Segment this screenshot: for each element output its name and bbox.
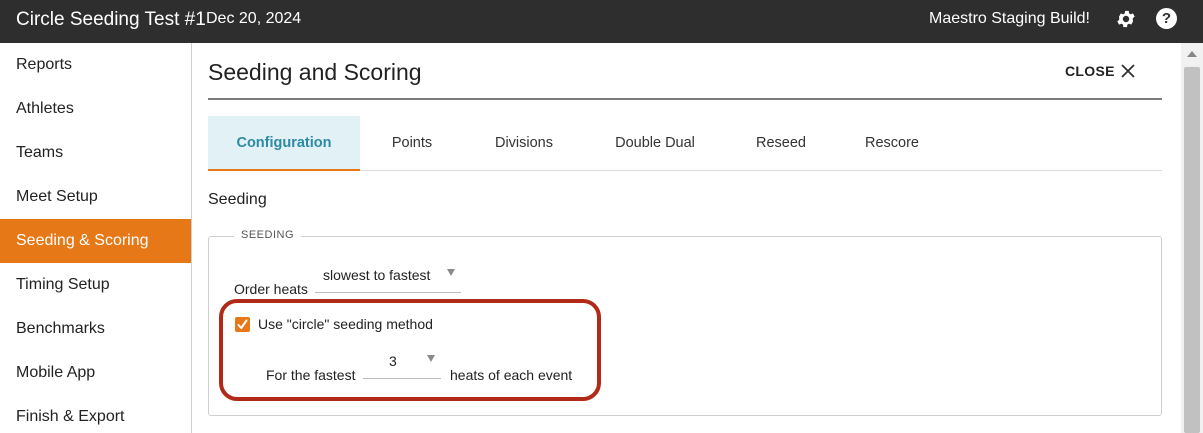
sidebar-item-benchmarks[interactable]: Benchmarks: [0, 307, 191, 351]
chevron-down-icon: [427, 355, 435, 362]
circle-seeding-label: Use "circle" seeding method: [258, 316, 433, 332]
title-divider: [208, 98, 1162, 100]
sidebar-item-reports[interactable]: Reports: [0, 43, 191, 87]
section-heading: Seeding: [208, 191, 267, 208]
scroll-thumb[interactable]: [1184, 67, 1200, 433]
fieldset-legend: SEEDING: [234, 229, 302, 241]
sidebar-item-finish-export[interactable]: Finish & Export: [0, 395, 191, 433]
top-bar: Circle Seeding Test #1 Dec 20, 2024 Maes…: [0, 0, 1203, 43]
close-button[interactable]: CLOSE: [1065, 61, 1135, 81]
meet-date: Dec 20, 2024: [206, 10, 302, 27]
vertical-scrollbar[interactable]: [1181, 43, 1203, 433]
sidebar-item-athletes[interactable]: Athletes: [0, 87, 191, 131]
circle-seeding-checkbox[interactable]: [235, 317, 250, 332]
sidebar-item-meet-setup[interactable]: Meet Setup: [0, 175, 191, 219]
tab-double-dual[interactable]: Double Dual: [600, 116, 710, 171]
order-heats-select[interactable]: slowest to fastest: [315, 267, 461, 293]
sidebar-item-mobile-app[interactable]: Mobile App: [0, 351, 191, 395]
tab-reseed[interactable]: Reseed: [738, 116, 824, 171]
highlight-outline: [219, 299, 601, 401]
build-label: Maestro Staging Build!: [929, 10, 1090, 27]
gear-icon[interactable]: [1115, 8, 1137, 30]
tab-divisions[interactable]: Divisions: [478, 116, 570, 171]
checkmark-icon: [237, 319, 248, 329]
scroll-up-arrow-icon[interactable]: [1187, 51, 1197, 57]
close-label: CLOSE: [1065, 63, 1115, 79]
seeding-fieldset: SEEDING Order heats slowest to fastest U…: [208, 229, 1162, 416]
help-icon[interactable]: ?: [1156, 8, 1177, 29]
close-icon: [1121, 64, 1135, 78]
sidebar-item-teams[interactable]: Teams: [0, 131, 191, 175]
order-heats-label: Order heats: [234, 281, 308, 297]
tab-configuration[interactable]: Configuration: [208, 116, 360, 171]
sidebar: Reports Athletes Teams Meet Setup Seedin…: [0, 43, 192, 433]
page-title: Seeding and Scoring: [208, 59, 422, 85]
tab-bar: Configuration Points Divisions Double Du…: [208, 116, 1162, 171]
tab-points[interactable]: Points: [368, 116, 456, 171]
sidebar-item-timing-setup[interactable]: Timing Setup: [0, 263, 191, 307]
fastest-heats-suffix: heats of each event: [450, 367, 573, 383]
main-panel: Seeding and Scoring CLOSE Configuration …: [193, 43, 1179, 433]
tab-rescore[interactable]: Rescore: [848, 116, 936, 171]
fastest-heats-select[interactable]: 3: [363, 353, 441, 379]
meet-title: Circle Seeding Test #1: [16, 9, 206, 30]
chevron-down-icon: [447, 269, 455, 276]
fastest-heats-prefix: For the fastest: [266, 367, 356, 383]
fastest-heats-value: 3: [389, 353, 397, 369]
sidebar-item-seeding-scoring[interactable]: Seeding & Scoring: [0, 219, 191, 263]
order-heats-value: slowest to fastest: [323, 267, 431, 283]
